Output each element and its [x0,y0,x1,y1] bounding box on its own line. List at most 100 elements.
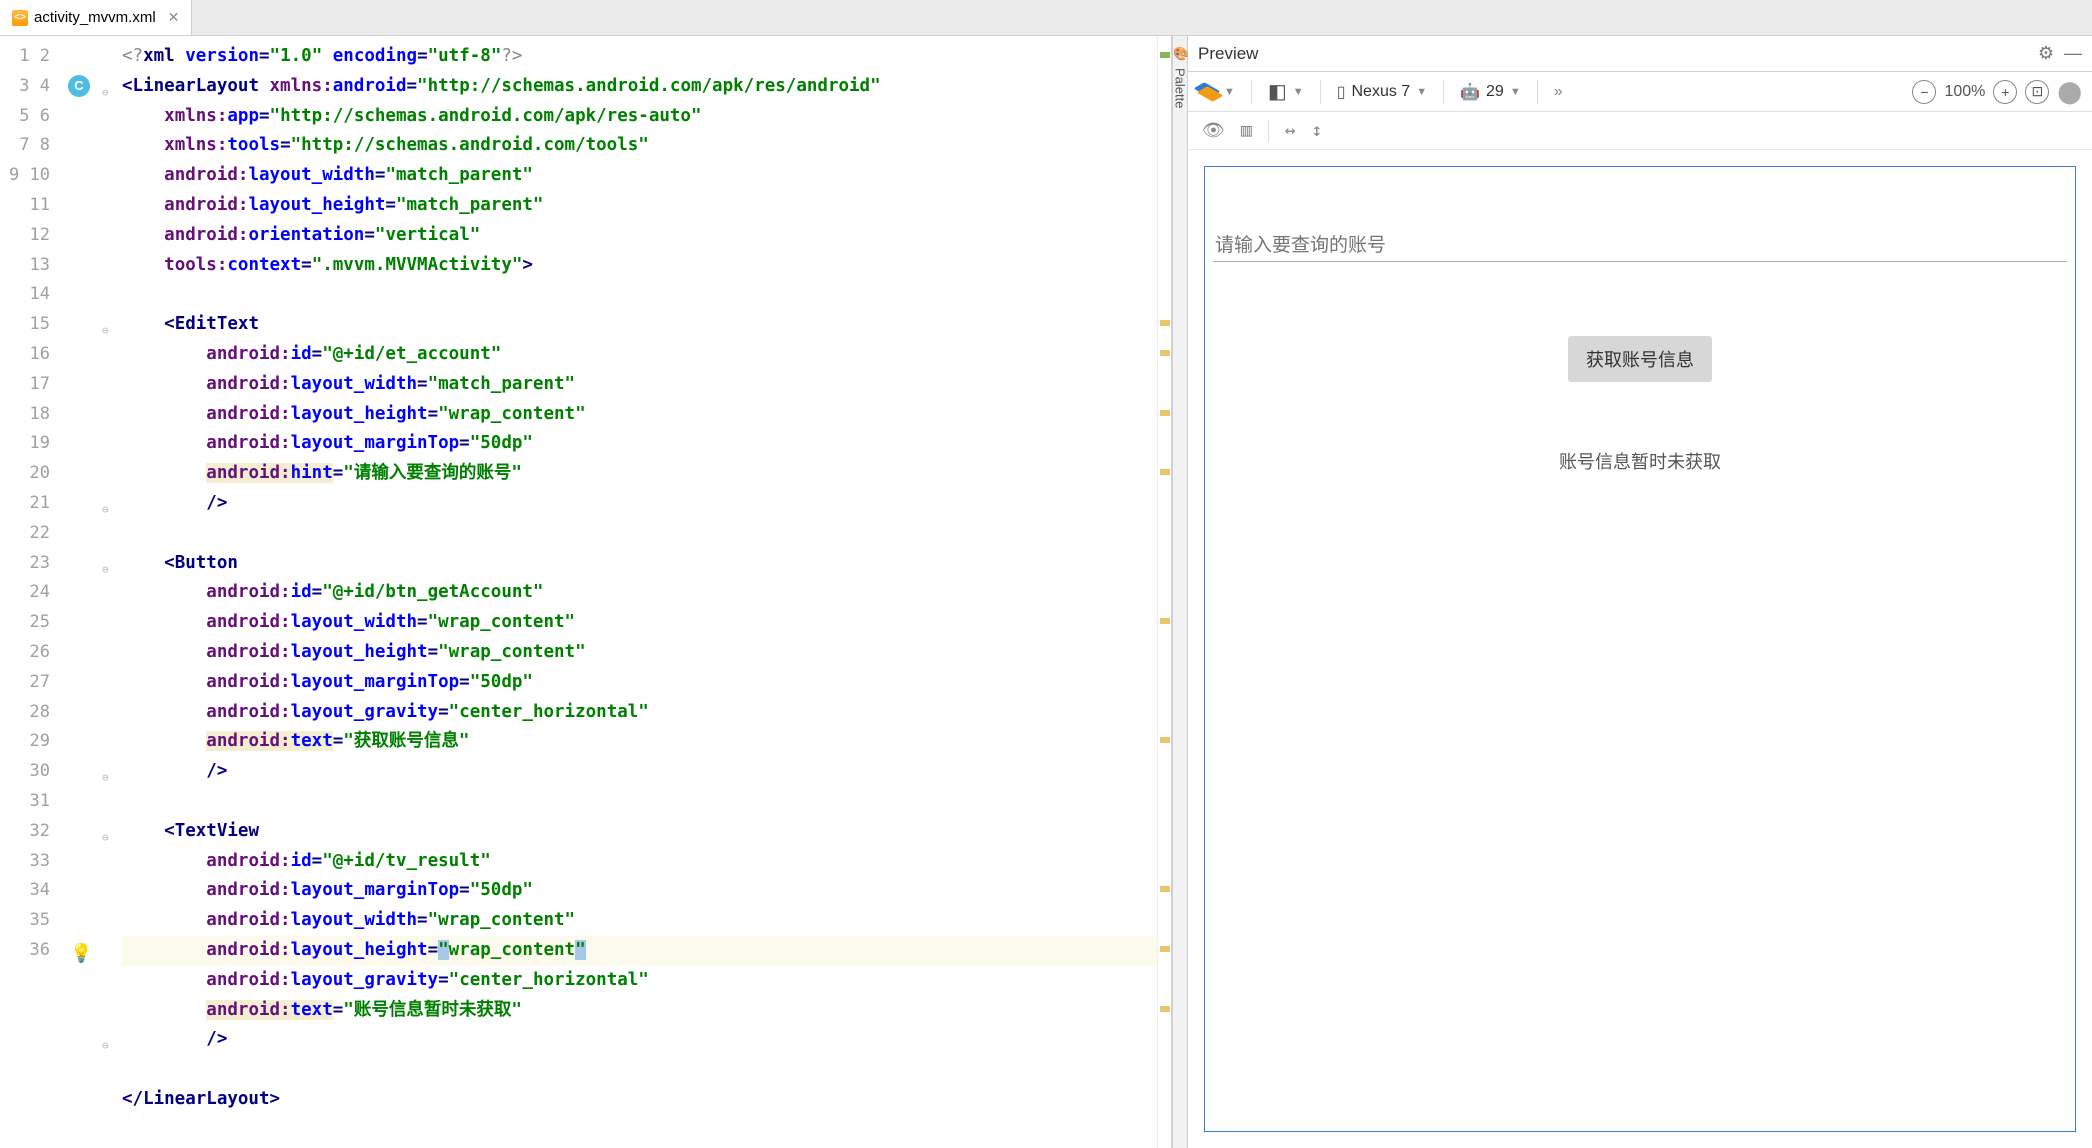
code-line[interactable]: android:text="获取账号信息" [122,727,1157,757]
code-line[interactable]: xmlns:tools="http://schemas.android.com/… [122,131,1157,161]
device-icon: ▯ [1337,82,1346,102]
code-line[interactable]: android:layout_gravity="center_horizonta… [122,698,1157,728]
preview-subtoolbar: 👁 ▥ ↔ ↕ [1188,112,2092,150]
device-selector[interactable]: ▯ Nexus 7 ▼ [1337,82,1427,102]
code-line[interactable]: /> [122,757,1157,787]
zoom-out-button[interactable]: − [1912,80,1936,104]
code-line[interactable]: tools:context=".mvvm.MVVMActivity"> [122,251,1157,281]
stripe-marker[interactable] [1160,618,1170,624]
stripe-marker[interactable] [1160,886,1170,892]
fold-icon[interactable]: ⊖ [102,316,109,346]
pan-vertical-icon[interactable]: ↕ [1312,120,1323,141]
xml-file-icon: <> [12,10,28,26]
code-line[interactable]: android:hint="请输入要查询的账号" [122,459,1157,489]
code-line[interactable]: android:layout_gravity="center_horizonta… [122,966,1157,996]
chevron-down-icon: ▼ [1416,86,1427,98]
code-line[interactable]: </LinearLayout> [122,1085,1157,1115]
editor-pane: 1 2 3 4 5 6 7 8 9 10 11 12 13 14 15 16 1… [0,36,1172,1148]
more-icon[interactable]: » [1554,83,1563,101]
api-selector[interactable]: 🤖 29 ▼ [1460,82,1521,102]
eye-icon[interactable]: 👁 [1202,120,1225,141]
code-line[interactable]: android:id="@+id/btn_getAccount" [122,578,1157,608]
code-line[interactable]: android:orientation="vertical" [122,221,1157,251]
warning-icon[interactable]: ⬤ [2057,79,2082,105]
code-line[interactable]: android:id="@+id/tv_result" [122,847,1157,877]
stripe-marker[interactable] [1160,410,1170,416]
fold-icon[interactable]: ⊖ [102,1031,109,1061]
chevron-down-icon: ▼ [1510,86,1521,98]
palette-icon: 🎨 [1173,46,1187,60]
chevron-down-icon: ▼ [1293,86,1304,98]
code-line[interactable]: /> [122,489,1157,519]
preview-canvas[interactable]: 获取账号信息 账号信息暂时未获取 [1188,150,2092,1148]
code-line[interactable] [122,280,1157,310]
code-line[interactable]: android:layout_marginTop="50dp" [122,429,1157,459]
code-line[interactable]: android:layout_height="wrap_content" [122,936,1157,966]
code-line[interactable] [122,1055,1157,1085]
code-line[interactable]: android:id="@+id/et_account" [122,340,1157,370]
code-line[interactable]: <?xml version="1.0" encoding="utf-8"?> [122,42,1157,72]
gear-icon[interactable]: ⚙ [2038,43,2054,64]
surface-selector[interactable]: ▼ [1198,82,1235,102]
code-line[interactable]: <LinearLayout xmlns:android="http://sche… [122,72,1157,102]
fold-icon[interactable]: ⊖ [102,78,109,108]
stripe-marker[interactable] [1160,469,1170,475]
preview-header: Preview ⚙ — [1188,36,2092,72]
error-stripe[interactable] [1157,36,1171,1148]
palette-sidebar[interactable]: 🎨 Palette [1172,36,1188,1148]
close-icon[interactable]: ✕ [168,9,180,26]
minimize-icon[interactable]: — [2064,43,2082,64]
code-line[interactable] [122,519,1157,549]
code-line[interactable]: android:layout_width="wrap_content" [122,608,1157,638]
code-line[interactable]: <EditText [122,310,1157,340]
fold-icon[interactable]: ⊖ [102,555,109,585]
preview-title: Preview [1198,44,1258,64]
layers-icon [1198,82,1218,102]
code-line[interactable]: android:layout_height="match_parent" [122,191,1157,221]
code-line[interactable] [122,787,1157,817]
code-line[interactable]: android:layout_marginTop="50dp" [122,668,1157,698]
device-frame: 获取账号信息 账号信息暂时未获取 [1204,166,2076,1132]
pan-horizontal-icon[interactable]: ↔ [1285,120,1296,141]
android-icon: 🤖 [1460,82,1480,102]
tv-result-preview: 账号信息暂时未获取 [1559,448,1721,474]
stripe-marker[interactable] [1160,350,1170,356]
code-line[interactable]: /> [122,1025,1157,1055]
device-name: Nexus 7 [1352,83,1411,101]
code-line[interactable]: <Button [122,549,1157,579]
code-line[interactable]: android:layout_width="match_parent" [122,161,1157,191]
stripe-marker[interactable] [1160,737,1170,743]
code-line[interactable]: android:layout_marginTop="50dp" [122,876,1157,906]
stripe-marker[interactable] [1160,52,1170,58]
zoom-fit-button[interactable]: ⊡ [2025,80,2049,104]
btn-getaccount-preview[interactable]: 获取账号信息 [1568,336,1712,382]
lightbulb-icon[interactable]: 💡 [70,939,92,969]
code-line[interactable]: android:layout_height="wrap_content" [122,400,1157,430]
fold-icon[interactable]: ⊖ [102,495,109,525]
code-line[interactable]: android:layout_width="match_parent" [122,370,1157,400]
stripe-marker[interactable] [1160,320,1170,326]
code-line[interactable]: android:layout_width="wrap_content" [122,906,1157,936]
preview-toolbar: ▼ ◧ ▼ ▯ Nexus 7 ▼ 🤖 29 ▼ [1188,72,2092,112]
fold-column: ⊖ ⊖ ⊖ ⊖ ⊖ ⊖ ⊖ [100,36,118,1148]
code-editor[interactable]: <?xml version="1.0" encoding="utf-8"?><L… [118,36,1157,1148]
class-marker-icon[interactable]: C [68,75,90,97]
fold-icon[interactable]: ⊖ [102,763,109,793]
code-line[interactable]: <TextView [122,817,1157,847]
code-line[interactable]: xmlns:app="http://schemas.android.com/ap… [122,102,1157,132]
zoom-in-button[interactable]: + [1993,80,2017,104]
zoom-level: 100% [1944,83,1985,101]
stripe-marker[interactable] [1160,1006,1170,1012]
blueprint-icon[interactable]: ▥ [1241,120,1252,141]
et-account-preview[interactable] [1213,231,2067,262]
annotation-column: C 💡 [62,36,100,1148]
api-level: 29 [1486,83,1504,101]
orientation-selector[interactable]: ◧ ▼ [1268,79,1304,104]
code-line[interactable]: android:layout_height="wrap_content" [122,638,1157,668]
tab-filename: activity_mvvm.xml [34,9,156,26]
stripe-marker[interactable] [1160,946,1170,952]
line-number-gutter: 1 2 3 4 5 6 7 8 9 10 11 12 13 14 15 16 1… [0,36,62,1148]
file-tab[interactable]: <> activity_mvvm.xml ✕ [0,0,192,35]
fold-icon[interactable]: ⊖ [102,823,109,853]
code-line[interactable]: android:text="账号信息暂时未获取" [122,996,1157,1026]
